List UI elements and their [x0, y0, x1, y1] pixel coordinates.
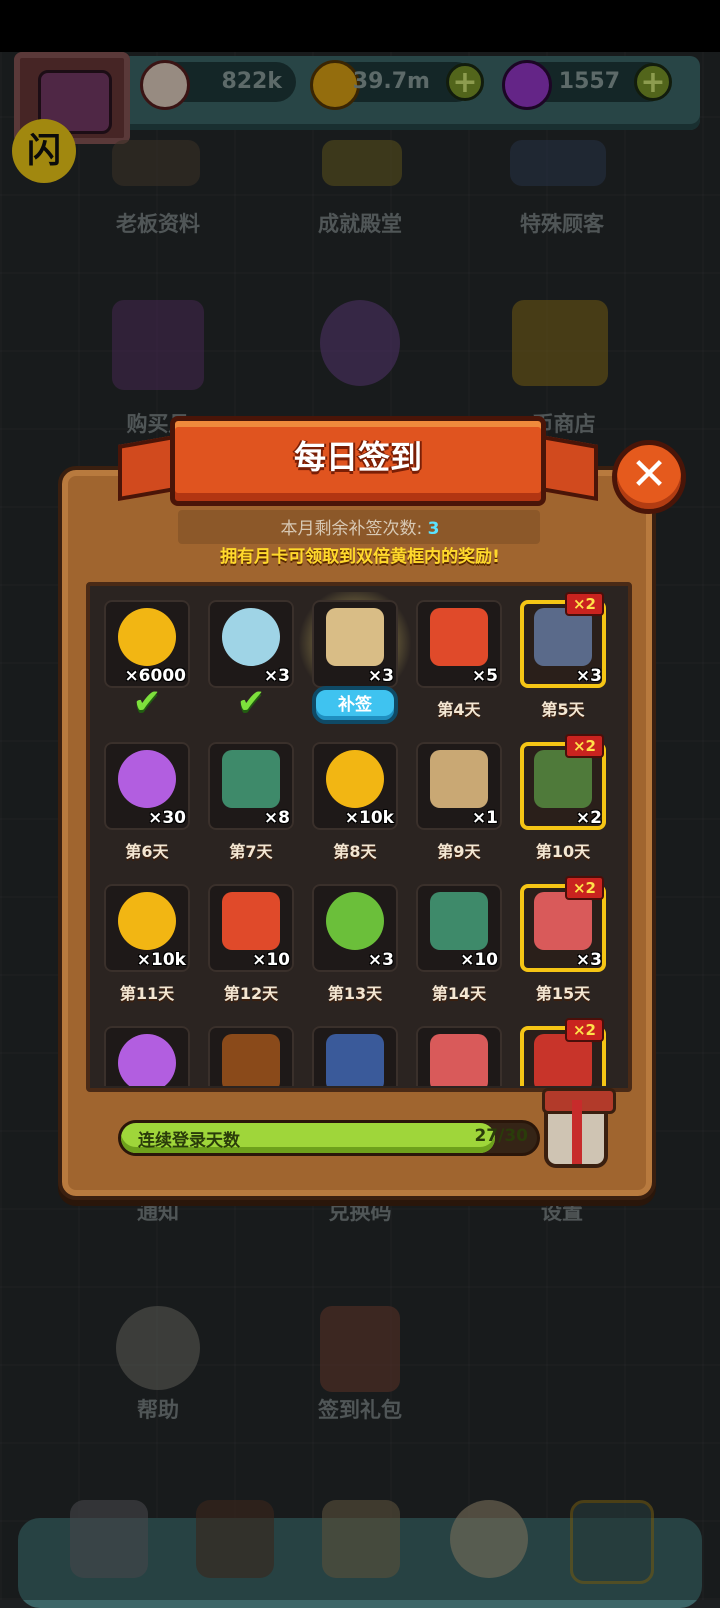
streak-gift-icon[interactable]	[542, 1088, 616, 1168]
double-reward-badge: ×2	[564, 734, 604, 758]
progress-label: 连续登录天数	[138, 1131, 240, 1151]
remaining-resign-text: 本月剩余补签次数: 3	[0, 514, 720, 539]
reward-cell[interactable]	[312, 1026, 398, 1086]
reward-cell[interactable]	[208, 1026, 294, 1086]
reward-cell[interactable]: ×3	[312, 884, 398, 972]
reward-quantity: ×10k	[344, 808, 394, 828]
hero-card-icon	[326, 1034, 384, 1086]
claimed-check-icon: ✔	[132, 682, 162, 722]
remaining-label: 本月剩余补签次数:	[280, 519, 423, 539]
status-bar	[0, 0, 720, 52]
reward-quantity: ×10k	[136, 950, 186, 970]
progress-count: 27/30	[474, 1126, 528, 1146]
reward-cell[interactable]: ×10k	[312, 742, 398, 830]
day-label: 第12天	[223, 984, 279, 1003]
double-reward-badge: ×2	[564, 592, 604, 616]
herb-icon	[222, 1034, 280, 1086]
reward-cell[interactable]: ×2 ×2	[520, 734, 606, 830]
hero-card-icon	[534, 608, 592, 666]
day-label: 第13天	[327, 984, 383, 1003]
close-icon: ✕	[630, 449, 668, 500]
reward-quantity: ×3	[575, 950, 602, 970]
reward-cell[interactable]: ×30	[104, 742, 190, 830]
day-label: 第9天	[437, 842, 481, 861]
reward-quantity: ×3	[575, 666, 602, 686]
close-button[interactable]: ✕	[612, 440, 686, 514]
day-label: 第14天	[431, 984, 487, 1003]
monthly-card-hint: 拥有月卡可领取到双倍黄框内的奖励!	[220, 547, 500, 567]
resign-button[interactable]: 补签	[312, 686, 398, 724]
reward-cell[interactable]: ×10	[208, 884, 294, 972]
day-label: 第11天	[119, 984, 175, 1003]
gold-coin-icon	[118, 608, 176, 666]
scroll-icon	[534, 892, 592, 950]
remaining-count: 3	[427, 519, 440, 539]
reward-cell[interactable]: ×2	[520, 1018, 606, 1086]
reward-quantity: ×10	[460, 950, 498, 970]
day-label: 第15天	[535, 984, 591, 1003]
reward-cell[interactable]: ×2 ×3	[520, 592, 606, 688]
day-label: 第4天	[437, 700, 481, 719]
purple-potion-icon	[118, 750, 176, 808]
reward-quantity: ×3	[367, 666, 394, 686]
reward-cell[interactable]: ×3	[208, 600, 294, 688]
reward-quantity: ×30	[148, 808, 186, 828]
reward-grid[interactable]: ×6000 ✔ ×3 ✔ ×3 补签 ×5 第4天 ×2 ×3 第5天 ×30 第6天 ×8 第7天 ×10k…	[94, 592, 624, 1086]
day-label: 第6天	[125, 842, 169, 861]
reward-cell[interactable]: ×10k	[104, 884, 190, 972]
blueprint-icon	[430, 892, 488, 950]
treasure-map-icon	[326, 608, 384, 666]
gold-coin-icon	[326, 750, 384, 808]
reward-cell[interactable]: ×1	[416, 742, 502, 830]
capsule-icon	[430, 608, 488, 666]
double-reward-badge: ×2	[564, 876, 604, 900]
scroll-icon	[430, 1034, 488, 1086]
day-label: 第5天	[541, 700, 585, 719]
reward-quantity: ×10	[252, 950, 290, 970]
monster-card-icon	[534, 750, 592, 808]
claimed-check-icon: ✔	[236, 682, 266, 722]
day-label: 第10天	[535, 842, 591, 861]
reward-quantity: ×8	[263, 808, 290, 828]
dialog-title: 每日签到	[293, 438, 422, 476]
reward-cell[interactable]	[104, 1026, 190, 1086]
reward-quantity: ×5	[471, 666, 498, 686]
reward-quantity: ×2	[575, 808, 602, 828]
reward-quantity: ×1	[471, 808, 498, 828]
day-label: 第7天	[229, 842, 273, 861]
green-potion-icon	[326, 892, 384, 950]
reward-cell[interactable]: ×8	[208, 742, 294, 830]
crystal-orb-icon	[222, 608, 280, 666]
purple-potion-icon	[118, 1034, 176, 1086]
blueprint-icon	[222, 750, 280, 808]
reward-quantity: ×3	[367, 950, 394, 970]
reward-cell[interactable]: ×6000	[104, 600, 190, 688]
reward-cell[interactable]: ×10	[416, 884, 502, 972]
ticket-icon	[430, 750, 488, 808]
reward-cell[interactable]: ×5	[416, 600, 502, 688]
day-label: 第8天	[333, 842, 377, 861]
double-reward-badge: ×2	[564, 1018, 604, 1042]
gold-coin-icon	[118, 892, 176, 950]
reward-cell[interactable]: ×2 ×3	[520, 876, 606, 972]
capsule-icon	[222, 892, 280, 950]
reward-cell[interactable]	[416, 1026, 502, 1086]
reward-cell[interactable]: ×3	[312, 600, 398, 688]
